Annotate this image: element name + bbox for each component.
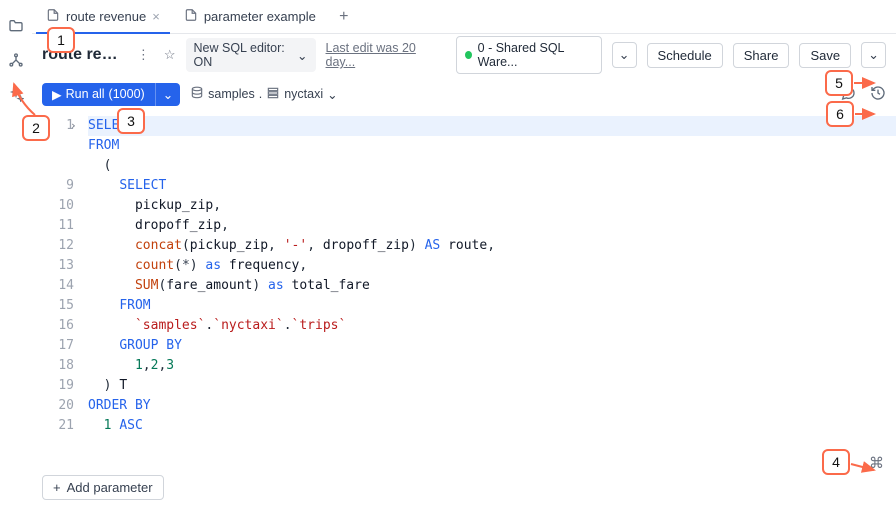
chevron-down-icon: ⌄ xyxy=(327,87,337,102)
sql-file-icon xyxy=(46,8,60,25)
sparkle-icon[interactable] xyxy=(8,86,24,102)
line-gutter: 19101112131415161718192021 xyxy=(32,112,84,512)
context-selector[interactable]: samples . nyctaxi ⌄ xyxy=(190,86,337,103)
tab-label: route revenue xyxy=(66,9,146,24)
run-bar: ▶ Run all (1000) ⌄ samples . nyctaxi ⌄ xyxy=(32,76,896,112)
keyboard-shortcuts-icon[interactable]: ⌘ xyxy=(869,454,884,472)
chevron-down-icon[interactable]: ⌄ xyxy=(155,83,180,106)
tab-route-revenue[interactable]: route revenue × xyxy=(36,0,170,34)
new-tab-button[interactable]: + xyxy=(330,3,358,31)
share-button[interactable]: Share xyxy=(733,43,790,68)
tab-label: parameter example xyxy=(204,9,316,24)
add-parameter-button[interactable]: + Add parameter xyxy=(42,475,164,500)
code-content[interactable]: ›SELECTFROM ( SELECT pickup_zip, dropoff… xyxy=(84,112,896,512)
save-more-button[interactable]: ⌄ xyxy=(861,42,886,68)
close-icon[interactable]: × xyxy=(152,9,160,24)
kebab-menu-icon[interactable]: ⋮ xyxy=(133,47,154,63)
schema-small-icon xyxy=(266,86,280,103)
schema-icon[interactable] xyxy=(8,52,24,68)
sql-editor-toggle[interactable]: New SQL editor: ON ⌄ xyxy=(186,38,316,72)
chevron-down-icon: ⌄ xyxy=(297,48,307,63)
main-area: route revenue × parameter example + rout… xyxy=(32,0,896,512)
tab-bar: route revenue × parameter example + xyxy=(32,0,896,34)
save-button[interactable]: Save xyxy=(799,43,851,68)
schedule-button[interactable]: Schedule xyxy=(647,43,723,68)
tab-parameter-example[interactable]: parameter example xyxy=(174,0,326,34)
plus-icon: + xyxy=(53,480,61,495)
star-icon[interactable]: ☆ xyxy=(164,47,176,63)
warehouse-more-button[interactable]: ⌄ xyxy=(612,42,637,68)
sql-file-icon xyxy=(184,8,198,25)
run-all-button[interactable]: ▶ Run all (1000) ⌄ xyxy=(42,83,180,106)
page-title: route reve... xyxy=(42,46,123,64)
warehouse-selector[interactable]: 0 - Shared SQL Ware... xyxy=(456,36,602,74)
comment-icon[interactable] xyxy=(840,85,856,104)
code-editor[interactable]: 19101112131415161718192021 ›SELECTFROM (… xyxy=(32,112,896,512)
play-icon: ▶ xyxy=(52,87,62,102)
last-edit-link[interactable]: Last edit was 20 day... xyxy=(326,41,436,69)
left-rail xyxy=(0,0,32,512)
status-dot-icon xyxy=(465,51,472,59)
title-bar: route reve... ⋮ ☆ New SQL editor: ON ⌄ L… xyxy=(32,34,896,76)
folder-icon[interactable] xyxy=(8,18,24,34)
history-icon[interactable] xyxy=(870,85,886,104)
database-icon xyxy=(190,86,204,103)
